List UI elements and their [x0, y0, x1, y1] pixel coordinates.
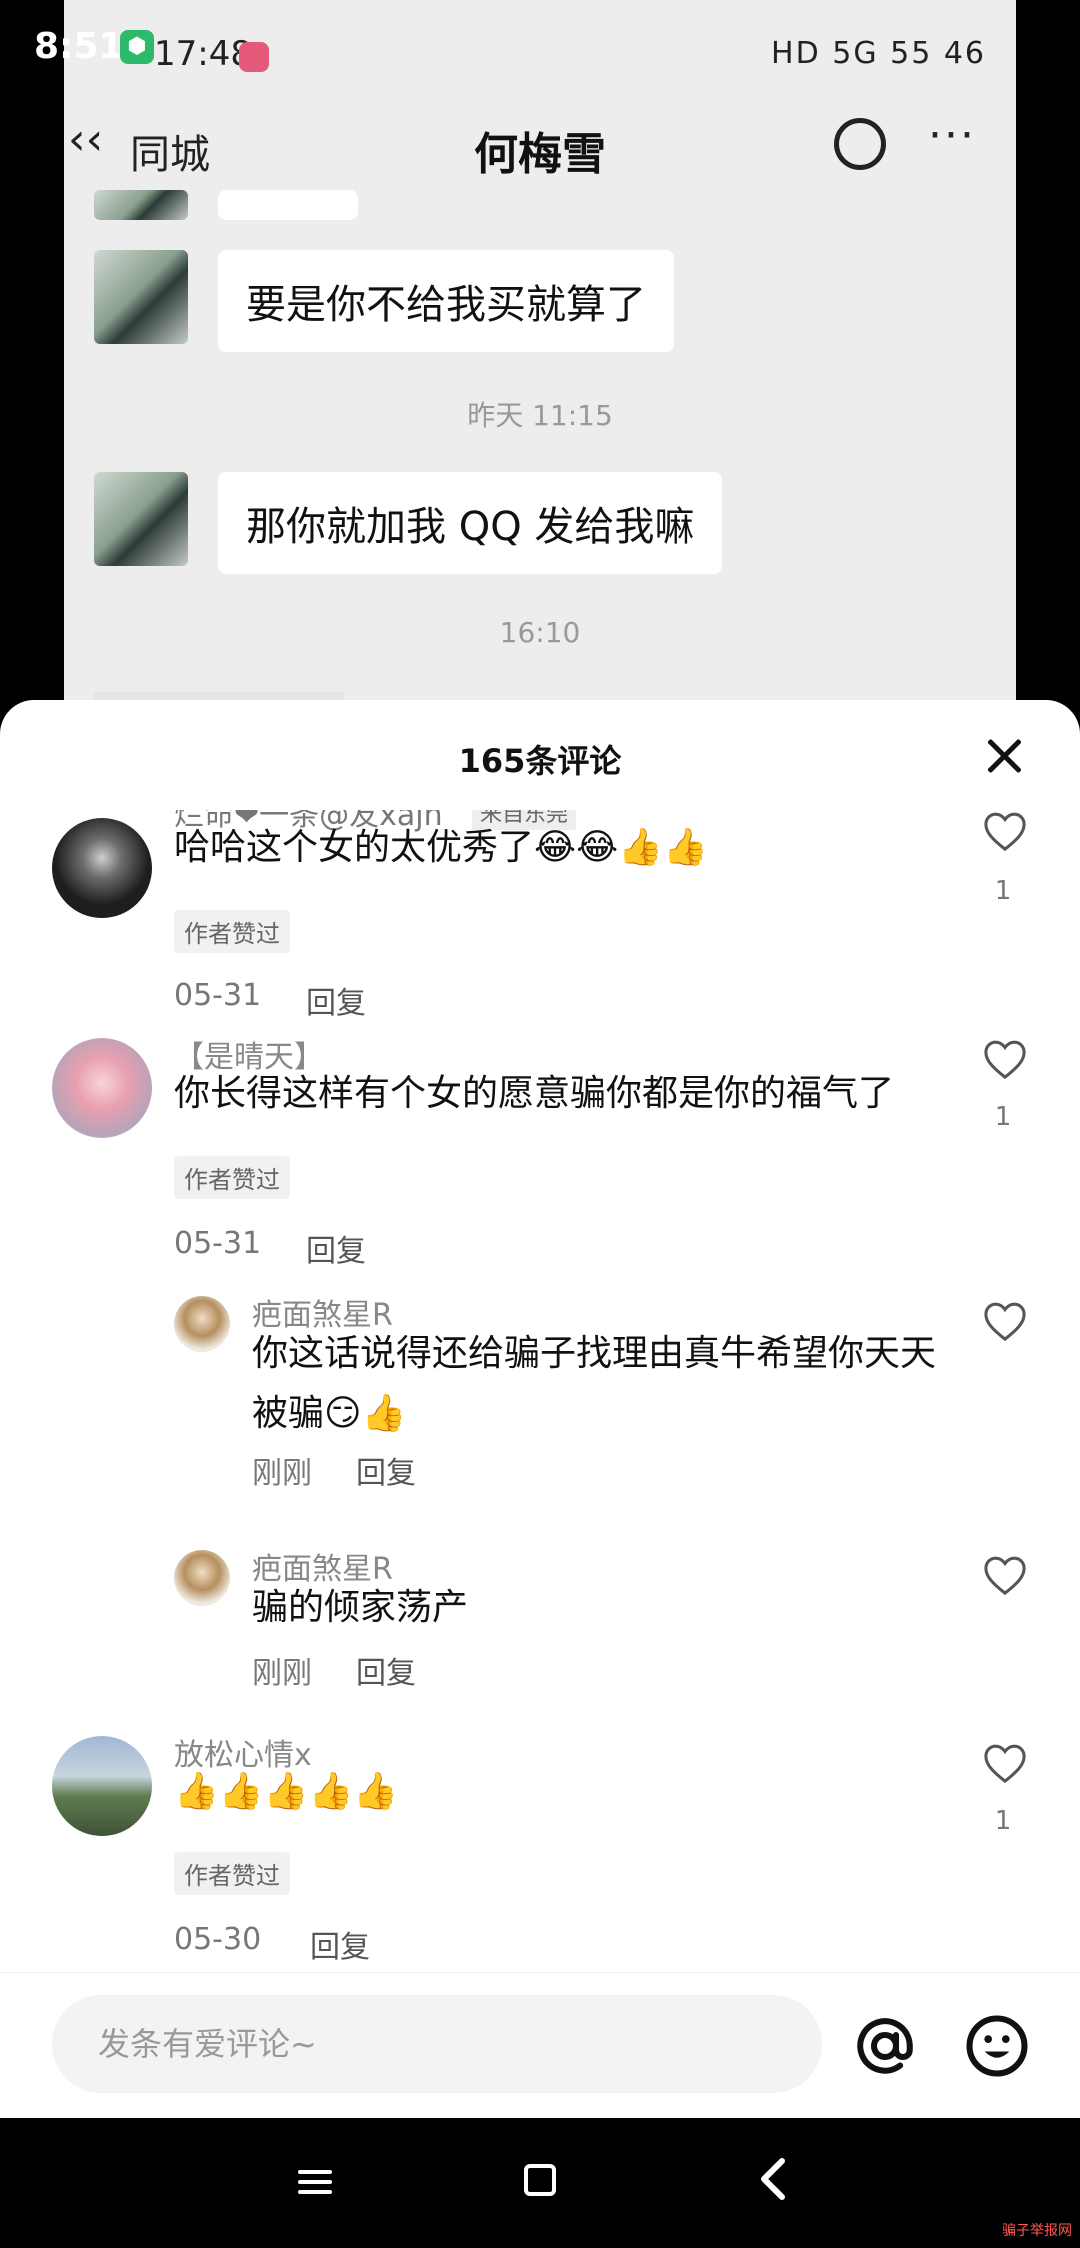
- time-separator: 16:10: [499, 616, 581, 649]
- heart-icon[interactable]: [982, 1742, 1028, 1784]
- comment-date: 05-31: [174, 1226, 262, 1261]
- reply-button[interactable]: 回复: [306, 978, 366, 1022]
- chat-bubble: [218, 190, 358, 220]
- avatar[interactable]: [174, 1296, 230, 1352]
- menu-icon[interactable]: [298, 2164, 334, 2200]
- comment-text[interactable]: 👍👍👍👍👍: [174, 1762, 398, 1822]
- reply-button[interactable]: 回复: [356, 1448, 416, 1492]
- comment-list[interactable]: 烂命❤一条@友xajn 来自东莞 哈哈这个女的太优秀了😂😂👍👍 作者赞过 05-…: [0, 810, 1080, 1980]
- at-mention-icon[interactable]: [852, 2013, 918, 2079]
- video-background[interactable]: 17:48 HD 5G 55 46 ‹‹ 同城 何梅雪 ··· 要是你不给我买就…: [0, 0, 1080, 760]
- comment-date: 刚刚: [252, 1656, 312, 1691]
- author-liked-tag: 作者赞过: [174, 910, 290, 953]
- comment-input[interactable]: [52, 1995, 822, 2093]
- system-time: 8:51: [34, 26, 124, 67]
- chat-bubble: 那你就加我 QQ 发给我嘛: [218, 472, 723, 574]
- chat-message: 要是你不给我买就算了: [94, 250, 674, 352]
- heart-icon[interactable]: [982, 1300, 1028, 1342]
- avatar: [94, 190, 188, 220]
- avatar[interactable]: [52, 1038, 152, 1138]
- comment-date: 05-30: [174, 1922, 262, 1957]
- comment-text[interactable]: 骗的倾家荡产: [252, 1578, 468, 1638]
- comment-date: 05-31: [174, 978, 262, 1013]
- system-status-bar: 8:51 ⬢: [0, 0, 1080, 90]
- shield-icon: ⬢: [120, 30, 154, 64]
- reply-button[interactable]: 回复: [310, 1922, 370, 1966]
- chat-message: [94, 190, 358, 220]
- home-icon[interactable]: [524, 2164, 556, 2196]
- comment-sheet: 165条评论 烂命❤一条@友xajn 来自东莞 哈哈这个女的太优秀了😂😂👍👍 作…: [0, 700, 1080, 2118]
- comment-date: 刚刚: [252, 1456, 312, 1491]
- avatar: [94, 250, 188, 344]
- comment-text[interactable]: 你这话说得还给骗子找理由真牛希望你天天被骗😏👍: [252, 1324, 952, 1444]
- like-count: 1: [994, 1806, 1012, 1836]
- system-nav-bar: 骗子举报网: [0, 2118, 1080, 2248]
- avatar: [94, 472, 188, 566]
- comment-count-title: 165条评论: [458, 742, 622, 780]
- chat-message: 那你就加我 QQ 发给我嘛: [94, 472, 723, 574]
- author-liked-tag: 作者赞过: [174, 1852, 290, 1895]
- back-icon[interactable]: [754, 2154, 794, 2204]
- comment-sheet-header: 165条评论: [0, 700, 1080, 810]
- like-count: 1: [994, 1102, 1012, 1132]
- video-frame: 17:48 HD 5G 55 46 ‹‹ 同城 何梅雪 ··· 要是你不给我买就…: [64, 0, 1016, 760]
- reply-button[interactable]: 回复: [356, 1648, 416, 1692]
- comment-text[interactable]: 你长得这样有个女的愿意骗你都是你的福气了: [174, 1064, 894, 1124]
- emoji-icon[interactable]: [964, 2013, 1030, 2079]
- heart-icon[interactable]: [982, 810, 1028, 852]
- comment-text[interactable]: 哈哈这个女的太优秀了😂😂👍👍: [174, 818, 708, 878]
- watermark: 骗子举报网: [1002, 2223, 1072, 2239]
- avatar[interactable]: [174, 1550, 230, 1606]
- avatar[interactable]: [52, 1736, 152, 1836]
- like-count: 1: [994, 876, 1012, 906]
- time-separator: 昨天 11:15: [467, 399, 613, 432]
- search-icon: [834, 118, 886, 170]
- comment-input-bar: [0, 1972, 1080, 2118]
- avatar[interactable]: [52, 818, 152, 918]
- reply-button[interactable]: 回复: [306, 1226, 366, 1270]
- more-icon: ···: [928, 110, 976, 161]
- chat-bubble: 要是你不给我买就算了: [218, 250, 674, 352]
- chat-nav-bar: ‹‹ 同城 何梅雪 ···: [64, 100, 1016, 190]
- heart-icon[interactable]: [982, 1038, 1028, 1080]
- close-icon[interactable]: [984, 736, 1024, 776]
- author-liked-tag: 作者赞过: [174, 1156, 290, 1199]
- heart-icon[interactable]: [982, 1554, 1028, 1596]
